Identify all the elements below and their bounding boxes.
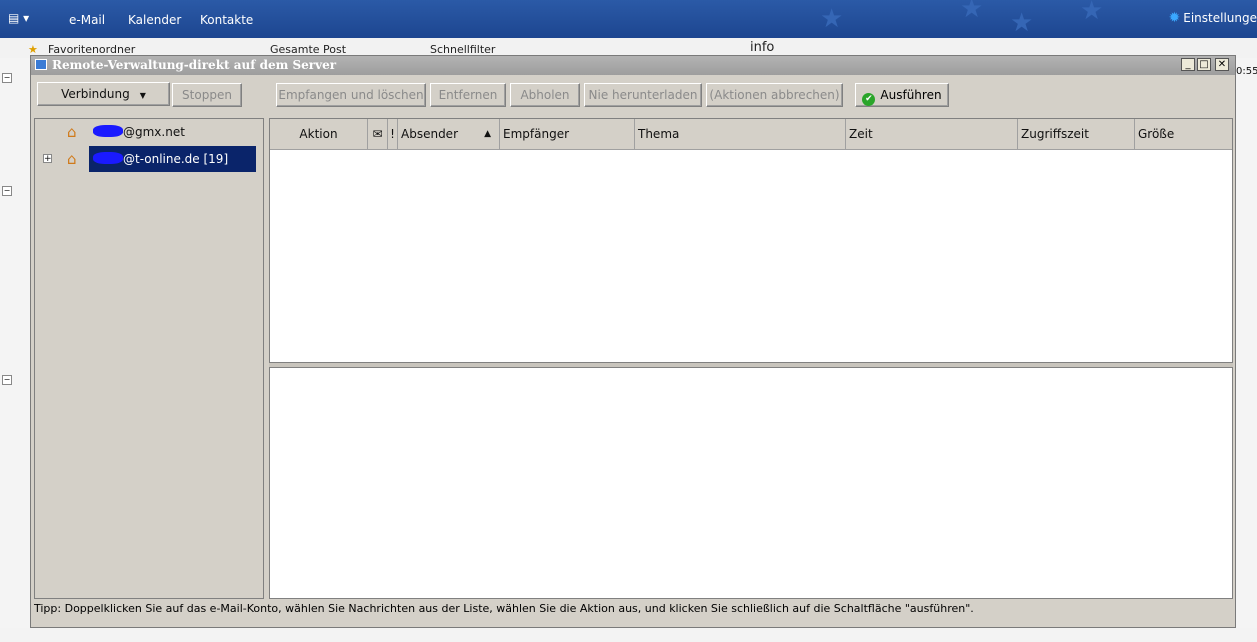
column-subject[interactable]: Thema — [635, 119, 846, 149]
settings-button[interactable]: ✹ Einstellunge — [1169, 10, 1257, 26]
fetch-button[interactable]: Abholen — [510, 83, 580, 107]
envelope-icon: ✉ — [372, 127, 383, 141]
nav-email[interactable]: e-Mail — [69, 13, 105, 27]
receive-delete-button[interactable]: Empfangen und löschen — [276, 83, 426, 107]
never-download-button[interactable]: Nie herunterladen — [584, 83, 702, 107]
stop-button[interactable]: Stoppen — [172, 83, 242, 107]
home-icon: ⌂ — [67, 150, 77, 168]
minimize-icon[interactable]: _ — [1181, 58, 1195, 71]
close-icon[interactable]: ✕ — [1215, 58, 1229, 71]
message-preview-pane[interactable] — [269, 367, 1233, 599]
execute-label: Ausführen — [880, 88, 942, 102]
collapse-icon[interactable]: − — [2, 186, 12, 196]
redaction-mark — [93, 125, 123, 137]
mail-window-icon — [35, 59, 47, 70]
account-label: @t-online.de [19] — [89, 146, 256, 172]
column-access-time[interactable]: Zugriffszeit — [1018, 119, 1135, 149]
nav-contacts[interactable]: Kontakte — [200, 13, 253, 27]
background-status-strip — [0, 628, 1257, 642]
connection-dropdown[interactable]: Verbindung ▼ — [37, 82, 170, 106]
info-label: info — [750, 40, 775, 55]
sort-ascending-icon: ▲ — [484, 129, 491, 139]
time-label: 0:55 — [1236, 66, 1257, 77]
maximize-icon[interactable]: □ — [1197, 58, 1211, 71]
column-sender[interactable]: Absender ▲ — [398, 119, 500, 149]
execute-button[interactable]: ✔ Ausführen — [855, 83, 949, 107]
remove-button[interactable]: Entfernen — [430, 83, 506, 107]
app-menu-button[interactable]: ▤ ▾ — [8, 11, 34, 27]
account-tree: ⌂ @gmx.net + ⌂ @t-online.de [19] — [34, 118, 264, 599]
decor-star-icon: ★ — [960, 0, 984, 24]
dialog-title-bar[interactable]: Remote-Verwaltung-direkt auf dem Server … — [31, 56, 1235, 75]
cancel-actions-button[interactable]: (Aktionen abbrechen) — [706, 83, 843, 107]
column-time[interactable]: Zeit — [846, 119, 1018, 149]
remote-management-dialog: Remote-Verwaltung-direkt auf dem Server … — [30, 55, 1236, 628]
decor-star-icon: ★ — [820, 4, 844, 34]
chevron-down-icon: ▼ — [139, 91, 146, 100]
account-item-gmx[interactable]: ⌂ @gmx.net — [35, 119, 263, 145]
dialog-title: Remote-Verwaltung-direkt auf dem Server — [52, 58, 337, 72]
redaction-mark — [93, 152, 123, 164]
column-priority[interactable]: ! — [388, 119, 398, 149]
check-icon: ✔ — [862, 93, 876, 106]
expand-icon[interactable]: + — [43, 154, 52, 164]
nav-calendar[interactable]: Kalender — [128, 13, 181, 27]
background-right-pane: 0:55 — [1235, 58, 1257, 642]
app-top-bar: ★ ★ ★ ★ ▤ ▾ e-Mail Kalender Kontakte ✹ Ei… — [0, 0, 1257, 38]
decor-star-icon: ★ — [1010, 8, 1034, 38]
connection-label: Verbindung — [61, 87, 130, 101]
column-recipient[interactable]: Empfänger — [500, 119, 635, 149]
tip-text: Tipp: Doppelklicken Sie auf das e-Mail-K… — [34, 602, 974, 615]
home-icon: ⌂ — [67, 123, 77, 141]
message-list-header: Aktion ✉ ! Absender ▲ Empfänger Thema Zei… — [270, 119, 1232, 150]
collapse-icon[interactable]: − — [2, 375, 12, 385]
settings-label: Einstellunge — [1183, 11, 1257, 25]
gear-icon: ✹ — [1168, 10, 1181, 26]
column-action[interactable]: Aktion — [270, 119, 368, 149]
message-list[interactable]: Aktion ✉ ! Absender ▲ Empfänger Thema Zei… — [269, 118, 1233, 363]
account-label: @gmx.net — [89, 119, 189, 145]
decor-star-icon: ★ — [1080, 0, 1104, 26]
background-left-pane: − − − — [0, 58, 31, 642]
account-item-t-online[interactable]: + ⌂ @t-online.de [19] — [35, 146, 263, 172]
column-envelope[interactable]: ✉ — [368, 119, 388, 149]
column-size[interactable]: Größe — [1135, 119, 1232, 149]
collapse-icon[interactable]: − — [2, 73, 12, 83]
